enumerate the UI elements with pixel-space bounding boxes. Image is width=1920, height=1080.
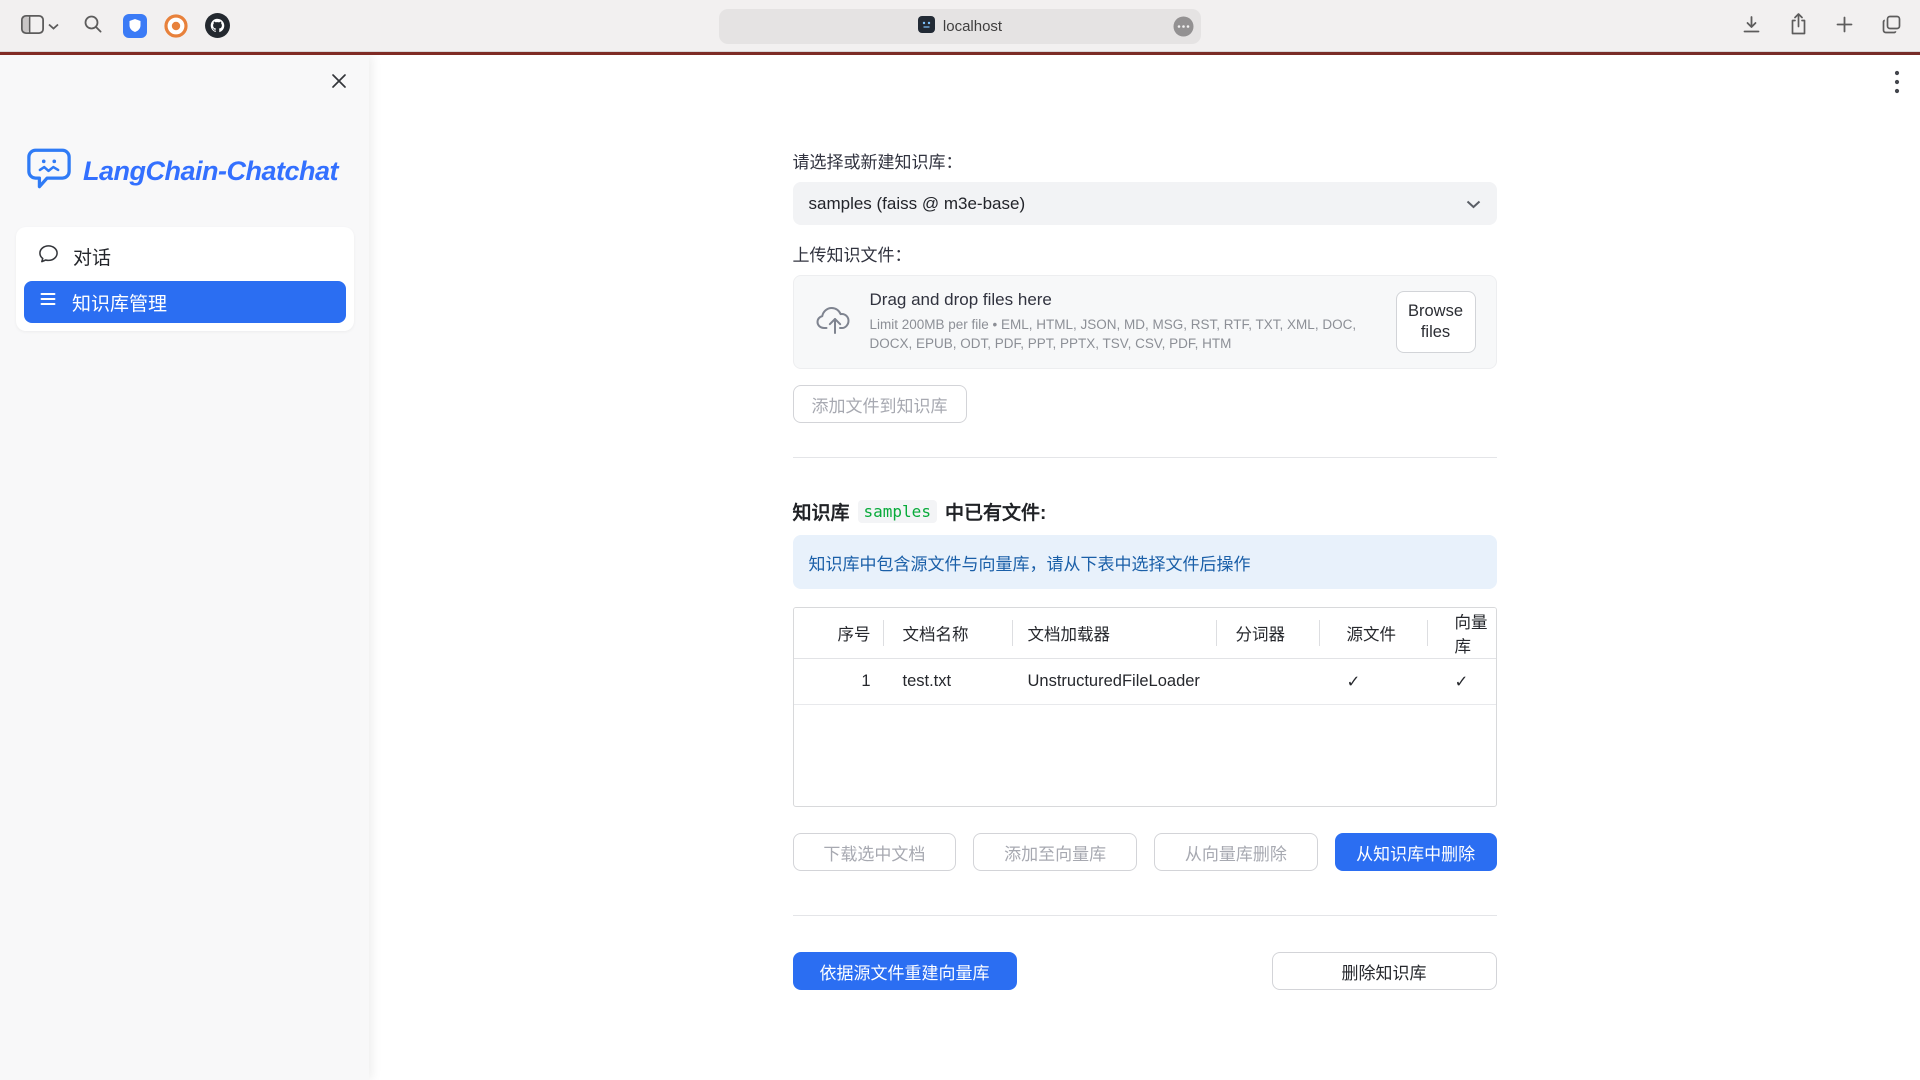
app-menu-button[interactable] (1890, 65, 1904, 102)
toolbar-right-group (1737, 0, 1906, 52)
browser-new-tab-button[interactable] (1831, 11, 1858, 41)
download-icon (1741, 14, 1762, 38)
section-divider (793, 457, 1497, 458)
browser-search-button[interactable] (79, 10, 107, 41)
browser-tabs-button[interactable] (1877, 10, 1906, 42)
kb-selectbox[interactable]: samples (faiss @ m3e-base) (793, 182, 1497, 225)
kebab-menu-icon (1894, 83, 1900, 98)
site-favicon-icon (918, 16, 935, 38)
cell-source-check[interactable]: ✓ (1319, 659, 1427, 705)
browser-url-bar[interactable]: localhost (719, 9, 1201, 44)
extension-icon-github[interactable] (203, 11, 232, 40)
extension-icon-blue[interactable] (121, 12, 149, 40)
chat-bubble-icon (38, 243, 59, 270)
share-icon (1789, 13, 1808, 39)
close-icon (329, 79, 349, 94)
download-selected-button[interactable]: 下载选中文档 (793, 833, 957, 871)
file-dropzone[interactable]: Drag and drop files here Limit 200MB per… (793, 275, 1497, 369)
page-content: 请选择或新建知识库： samples (faiss @ m3e-base) 上传… (793, 55, 1497, 990)
col-header-vector[interactable]: 向量库 (1427, 608, 1496, 659)
url-text: localhost (943, 18, 1002, 35)
extensions-group (121, 11, 232, 40)
extension-icon-orange[interactable] (162, 12, 190, 40)
browser-share-button[interactable] (1785, 9, 1812, 43)
app-logo: LangChain-Chatchat (26, 147, 338, 195)
main-area: 请选择或新建知识库： samples (faiss @ m3e-base) 上传… (369, 55, 1920, 1080)
files-table: 序号 文档名称 文档加载器 分词器 源文件 向量库 1 test.txt Uns… (793, 607, 1497, 807)
rebuild-vectorstore-button[interactable]: 依据源文件重建向量库 (793, 952, 1017, 990)
file-action-buttons: 下载选中文档 添加至向量库 从向量库删除 从知识库中删除 (793, 833, 1497, 871)
cell-index[interactable]: 1 (794, 659, 883, 705)
kb-action-buttons: 依据源文件重建向量库 删除知识库 (793, 952, 1497, 990)
sidebar: LangChain-Chatchat 对话 知识库管理 (0, 55, 369, 1080)
delete-from-kb-button[interactable]: 从知识库中删除 (1335, 833, 1497, 871)
plus-icon (1835, 15, 1854, 37)
sidebar-item-dialogue[interactable]: 对话 (24, 235, 346, 277)
info-box: 知识库中包含源文件与向量库，请从下表中选择文件后操作 (793, 535, 1497, 589)
logo-chat-icon (26, 147, 72, 195)
browser-sidebar-toggle[interactable] (17, 11, 63, 41)
info-text: 知识库中包含源文件与向量库，请从下表中选择文件后操作 (809, 550, 1251, 575)
cell-loader[interactable]: UnstructuredFileLoader (1012, 659, 1216, 705)
dropzone-texts: Drag and drop files here Limit 200MB per… (870, 290, 1396, 354)
list-lines-icon (38, 289, 58, 315)
files-heading-suffix: 中已有文件: (945, 498, 1046, 525)
table-header-row: 序号 文档名称 文档加载器 分词器 源文件 向量库 (794, 608, 1496, 659)
col-header-loader[interactable]: 文档加载器 (1012, 608, 1216, 659)
files-heading: 知识库 samples 中已有文件: (793, 498, 1497, 525)
sidebar-close-button[interactable] (325, 67, 353, 98)
col-header-splitter[interactable]: 分词器 (1216, 608, 1319, 659)
extensions-overflow-icon[interactable] (1173, 16, 1194, 37)
chevron-down-icon (48, 18, 59, 33)
cloud-upload-icon (816, 304, 854, 340)
sidebar-item-label: 知识库管理 (72, 289, 167, 316)
delete-kb-button[interactable]: 删除知识库 (1272, 952, 1497, 990)
upload-label: 上传知识文件： (793, 241, 1497, 266)
add-files-button[interactable]: 添加文件到知识库 (793, 385, 967, 423)
app-decoration-bar (0, 52, 1920, 55)
sidebar-item-kb-management[interactable]: 知识库管理 (24, 281, 346, 323)
search-icon (83, 14, 103, 37)
cell-vector-check[interactable]: ✓ (1427, 659, 1496, 705)
sidebar-item-label: 对话 (73, 243, 111, 270)
browse-files-button[interactable]: Browse files (1396, 291, 1476, 352)
section-divider (793, 915, 1497, 916)
cell-splitter[interactable] (1216, 659, 1319, 705)
add-to-vectorstore-button[interactable]: 添加至向量库 (973, 833, 1137, 871)
browser-downloads-button[interactable] (1737, 10, 1766, 42)
tabs-overview-icon (1881, 14, 1902, 38)
browser-toolbar: localhost (0, 0, 1920, 52)
col-header-name[interactable]: 文档名称 (883, 608, 1012, 659)
dropzone-title: Drag and drop files here (870, 290, 1396, 310)
col-header-source[interactable]: 源文件 (1319, 608, 1427, 659)
files-heading-prefix: 知识库 (793, 498, 850, 525)
cell-name[interactable]: test.txt (883, 659, 1012, 705)
col-header-index[interactable]: 序号 (794, 608, 883, 659)
chevron-down-icon (1466, 194, 1481, 214)
delete-from-vectorstore-button[interactable]: 从向量库删除 (1154, 833, 1318, 871)
logo-text: LangChain-Chatchat (83, 156, 338, 187)
kb-select-label: 请选择或新建知识库： (793, 148, 1497, 173)
kb-name-code: samples (858, 500, 937, 523)
dropzone-limit: Limit 200MB per file • EML, HTML, JSON, … (870, 316, 1396, 354)
sidebar-menu: 对话 知识库管理 (16, 227, 354, 331)
toolbar-left-group (0, 10, 232, 41)
sidebar-panel-icon (21, 15, 44, 37)
kb-select-value: samples (faiss @ m3e-base) (809, 194, 1466, 214)
table-row[interactable]: 1 test.txt UnstructuredFileLoader ✓ ✓ (794, 659, 1496, 705)
